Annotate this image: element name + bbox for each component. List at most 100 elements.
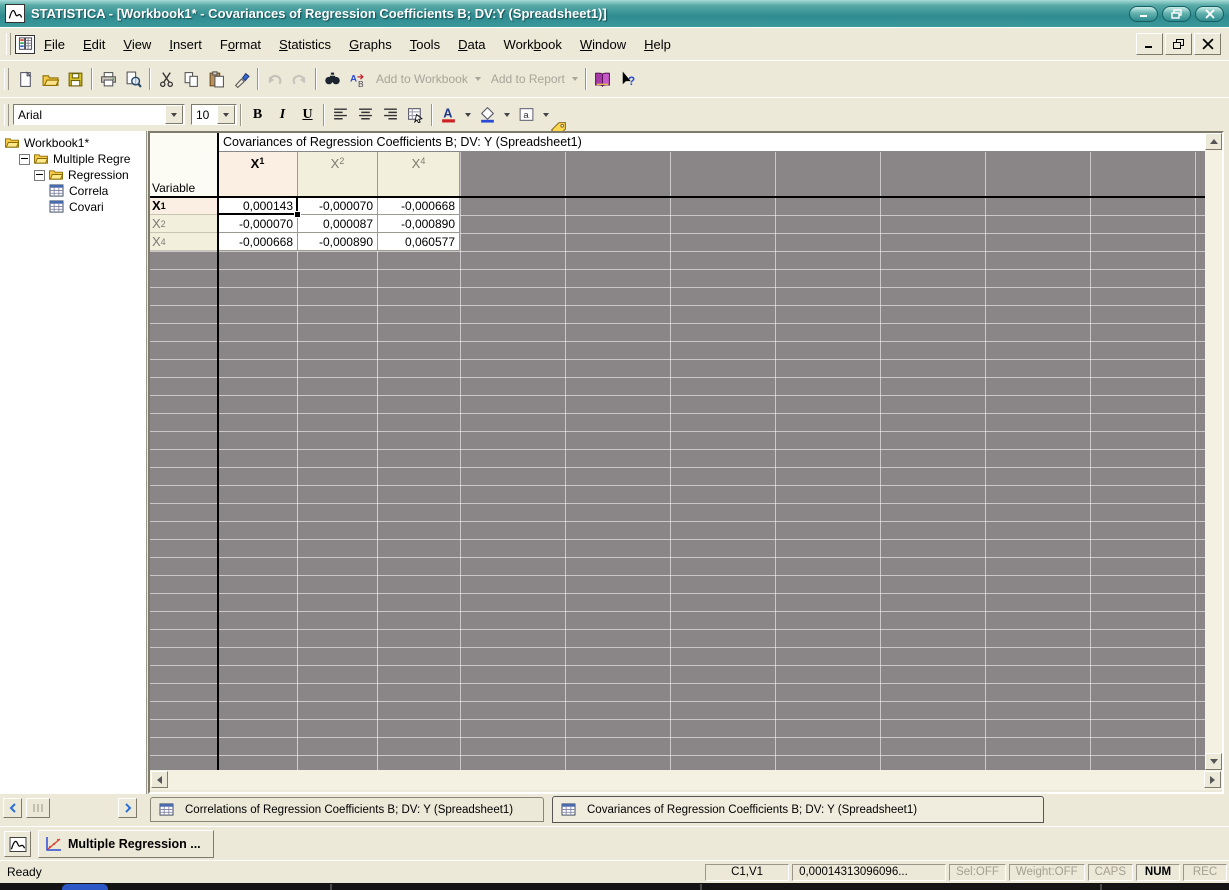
- cell-format-button[interactable]: a: [514, 102, 539, 127]
- menu-data[interactable]: Data: [449, 34, 494, 55]
- print-preview-button[interactable]: [121, 67, 146, 92]
- standard-toolbar: AB Add to Workbook Add to Report ?: [0, 60, 1229, 97]
- menu-graphs[interactable]: Graphs: [340, 34, 401, 55]
- toolbar-grip[interactable]: [4, 103, 9, 126]
- menu-help[interactable]: Help: [635, 34, 680, 55]
- grid-cell-r1c2[interactable]: -0,000070: [298, 197, 378, 215]
- row-header-X2[interactable]: X2: [150, 215, 218, 233]
- new-button[interactable]: [13, 67, 38, 92]
- grid-cell-r3c3[interactable]: 0,060577: [378, 233, 460, 251]
- workbook-icon[interactable]: [15, 34, 35, 54]
- scroll-up-button[interactable]: [1205, 133, 1222, 150]
- analysis-button[interactable]: Multiple Regression ...: [38, 830, 214, 858]
- restore-button[interactable]: [1162, 5, 1191, 22]
- menu-insert[interactable]: Insert: [160, 34, 211, 55]
- tree-scroll-left-button[interactable]: [3, 798, 22, 818]
- scroll-right-button[interactable]: [1204, 771, 1221, 788]
- align-center-button[interactable]: [353, 102, 378, 127]
- close-button[interactable]: [1195, 5, 1224, 22]
- tree-scroll-right-button[interactable]: [118, 798, 137, 818]
- grid-cell-r2c3[interactable]: -0,000890: [378, 215, 460, 233]
- horizontal-scrollbar[interactable]: [150, 770, 1222, 790]
- dropdown-arrow-icon[interactable]: [474, 77, 481, 81]
- context-help-button[interactable]: ?: [615, 67, 640, 92]
- scroll-left-button[interactable]: [151, 771, 168, 788]
- corner-cell[interactable]: Variable: [150, 133, 218, 197]
- tree-expander-icon[interactable]: [19, 153, 30, 165]
- row-header-X1[interactable]: X1: [150, 197, 218, 215]
- add-to-report-button[interactable]: Add to Report: [491, 72, 565, 86]
- redo-button[interactable]: [287, 67, 312, 92]
- minimize-button[interactable]: [1129, 5, 1158, 22]
- grid-cell-r1c3[interactable]: -0,000668: [378, 197, 460, 215]
- mdi-restore-button[interactable]: [1165, 33, 1192, 55]
- paste-button[interactable]: [204, 67, 229, 92]
- add-to-workbook-button[interactable]: Add to Workbook: [376, 72, 468, 86]
- scissors-icon: [158, 71, 175, 88]
- undo-button[interactable]: [262, 67, 287, 92]
- bold-button[interactable]: B: [245, 102, 270, 127]
- menu-format[interactable]: Format: [211, 34, 270, 55]
- copy-button[interactable]: [179, 67, 204, 92]
- tree-expander-icon[interactable]: [34, 169, 45, 181]
- grid-cell-r2c2[interactable]: 0,000087: [298, 215, 378, 233]
- mdi-minimize-button[interactable]: [1136, 33, 1163, 55]
- sheet-tab-2-active[interactable]: Covariances of Regression Coefficients B…: [552, 796, 1044, 823]
- menu-edit[interactable]: Edit: [74, 34, 114, 55]
- grid-empty-area-right: [460, 197, 1205, 770]
- statistica-start-button[interactable]: [4, 831, 31, 857]
- tree-item-workbook1-[interactable]: Workbook1*: [0, 135, 146, 151]
- cut-button[interactable]: [154, 67, 179, 92]
- font-size-dropdown[interactable]: [217, 105, 235, 124]
- save-button[interactable]: [63, 67, 88, 92]
- spreadsheet-grid[interactable]: Covariances of Regression Coefficients B…: [150, 133, 1205, 770]
- vertical-scrollbar[interactable]: [1205, 133, 1222, 770]
- align-left-button[interactable]: [328, 102, 353, 127]
- menu-grip[interactable]: [6, 33, 11, 55]
- column-header-X1[interactable]: X1: [218, 152, 298, 197]
- menu-file[interactable]: File: [35, 34, 74, 55]
- font-color-button[interactable]: A: [436, 102, 461, 127]
- mdi-close-button[interactable]: [1194, 33, 1221, 55]
- app-icon[interactable]: [5, 4, 25, 23]
- column-header-X4[interactable]: X4: [378, 152, 460, 197]
- fill-handle[interactable]: [294, 211, 301, 218]
- open-button[interactable]: [38, 67, 63, 92]
- title-bar[interactable]: STATISTICA - [Workbook1* - Covariances o…: [0, 0, 1229, 27]
- toolbar-grip[interactable]: [4, 68, 9, 90]
- fill-color-dropdown[interactable]: [504, 112, 510, 117]
- format-painter-button[interactable]: [229, 67, 254, 92]
- sheet-tab-1[interactable]: Correlations of Regression Coefficients …: [150, 797, 544, 822]
- fill-color-button[interactable]: [475, 102, 500, 127]
- menu-view[interactable]: View: [114, 34, 160, 55]
- replace-button[interactable]: AB: [345, 67, 370, 92]
- column-header-X2[interactable]: X2: [298, 152, 378, 197]
- font-size-combo[interactable]: 10: [191, 104, 237, 125]
- italic-button[interactable]: I: [270, 102, 295, 127]
- font-family-dropdown[interactable]: [165, 105, 183, 124]
- underline-button[interactable]: U: [295, 102, 320, 127]
- grid-cell-r3c1[interactable]: -0,000668: [218, 233, 298, 251]
- grid-cell-r3c2[interactable]: -0,000890: [298, 233, 378, 251]
- scroll-down-button[interactable]: [1205, 753, 1222, 770]
- print-button[interactable]: [96, 67, 121, 92]
- find-button[interactable]: [320, 67, 345, 92]
- tree-item-multiple-regre[interactable]: Multiple Regre: [0, 151, 146, 167]
- font-color-dropdown[interactable]: [465, 112, 471, 117]
- tree-splitter-button[interactable]: [26, 798, 50, 818]
- tree-item-correla[interactable]: Correla: [0, 183, 146, 199]
- menu-workbook[interactable]: Workbook: [495, 34, 571, 55]
- help-button[interactable]: [590, 67, 615, 92]
- tree-item-covari[interactable]: Covari: [0, 199, 146, 215]
- cell-properties-button[interactable]: [403, 102, 428, 127]
- menu-window[interactable]: Window: [571, 34, 635, 55]
- tree-item-regression[interactable]: Regression: [0, 167, 146, 183]
- row-header-X4[interactable]: X4: [150, 233, 218, 251]
- menu-tools[interactable]: Tools: [401, 34, 449, 55]
- align-right-button[interactable]: [378, 102, 403, 127]
- font-family-combo[interactable]: Arial: [13, 104, 185, 125]
- menu-statistics[interactable]: Statistics: [270, 34, 340, 55]
- cell-format-dropdown[interactable]: +.0.00 .00+.0 AZ x=? Vars Cases: [543, 112, 595, 435]
- dropdown-arrow-icon[interactable]: [571, 77, 578, 81]
- grid-cell-r2c1[interactable]: -0,000070: [218, 215, 298, 233]
